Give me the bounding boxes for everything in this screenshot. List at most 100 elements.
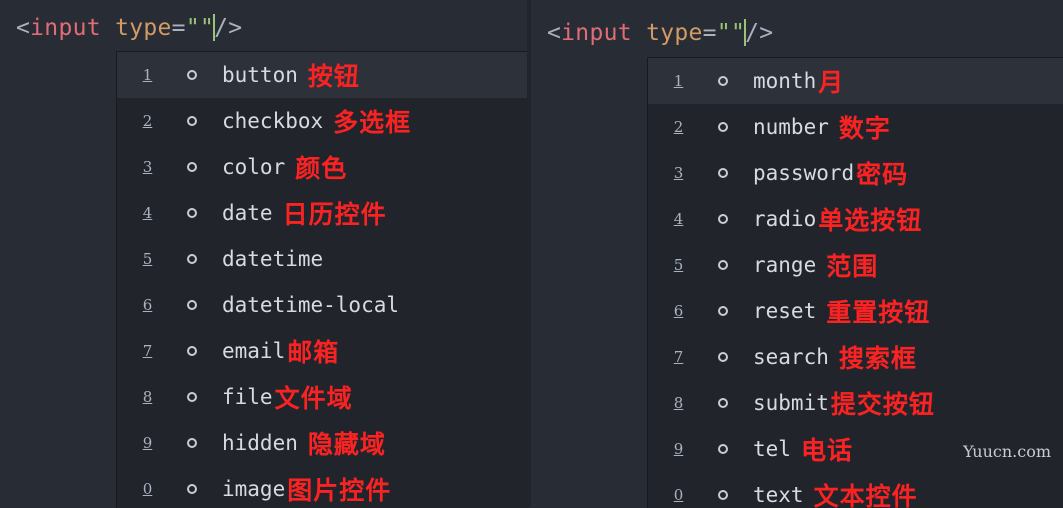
autocomplete-item[interactable]: 2 checkbox 多选框	[117, 98, 528, 144]
item-annotation: 文件域	[274, 384, 353, 413]
item-label: button	[222, 63, 298, 87]
item-annotation: 图片控件	[287, 476, 392, 505]
item-number: 0	[142, 480, 153, 498]
code-attr-name: type	[646, 20, 703, 46]
item-number: 7	[673, 348, 684, 366]
code-close-bracket: />	[214, 15, 243, 41]
item-annotation: 单选按钮	[818, 206, 923, 235]
code-line[interactable]: <input type=""/>	[16, 14, 242, 41]
item-annotation: 文本控件	[813, 482, 918, 508]
item-number: 0	[673, 486, 684, 504]
code-line[interactable]: <input type=""/>	[547, 19, 773, 46]
code-quote-open: "	[716, 20, 731, 46]
circle-icon	[187, 116, 197, 126]
item-number: 3	[673, 164, 684, 182]
autocomplete-item[interactable]: 5 range 范围	[648, 242, 1063, 288]
item-annotation: 隐藏域	[307, 430, 386, 459]
editor-pane-left[interactable]: <input type=""/> 1 button 按钮 2 checkbox 多选框 …	[0, 0, 528, 508]
item-annotation: 日历控件	[282, 200, 387, 229]
autocomplete-item[interactable]: 8 file 文件域	[117, 374, 528, 420]
item-annotation: 月	[818, 68, 845, 97]
circle-icon	[718, 168, 728, 178]
circle-icon	[187, 392, 197, 402]
circle-icon	[718, 444, 728, 454]
code-tag-name: input	[561, 20, 632, 46]
item-number: 3	[142, 158, 153, 176]
code-quote-close: "	[199, 15, 215, 41]
item-number: 5	[673, 256, 684, 274]
item-number: 4	[673, 210, 684, 228]
circle-icon	[718, 352, 728, 362]
autocomplete-popup[interactable]: 1 month 月 2 number 数字 3 password 密码 4 radio 单选按钮…	[647, 57, 1063, 508]
item-number: 9	[142, 434, 153, 452]
autocomplete-item[interactable]: 8 submit 提交按钮	[648, 380, 1063, 426]
autocomplete-popup[interactable]: 1 button 按钮 2 checkbox 多选框 3 color 颜色 4 date 日历控…	[116, 51, 528, 508]
autocomplete-item[interactable]: 7 email 邮箱	[117, 328, 528, 374]
code-open-bracket: <	[16, 15, 31, 41]
circle-icon	[187, 484, 197, 494]
autocomplete-item[interactable]: 0 image 图片控件	[117, 466, 528, 508]
code-equals: =	[702, 20, 717, 46]
circle-icon	[187, 438, 197, 448]
autocomplete-item[interactable]: 4 radio 单选按钮	[648, 196, 1063, 242]
item-label: hidden	[222, 431, 298, 455]
autocomplete-item[interactable]: 5 datetime	[117, 236, 528, 282]
item-label: checkbox	[222, 109, 324, 133]
code-quote-close: "	[730, 20, 746, 46]
item-number: 6	[673, 302, 684, 320]
circle-icon	[718, 76, 728, 86]
item-annotation: 按钮	[307, 62, 360, 91]
autocomplete-item[interactable]: 1 month 月	[648, 58, 1063, 104]
item-label: color	[222, 155, 286, 179]
item-annotation: 搜索框	[838, 344, 917, 373]
item-number: 1	[673, 72, 684, 90]
item-number: 8	[142, 388, 153, 406]
circle-icon	[187, 254, 197, 264]
item-label: number	[753, 115, 829, 139]
editor-pane-right[interactable]: <input type=""/> 1 month 月 2 number 数字 3 pass…	[531, 0, 1063, 508]
item-number: 9	[673, 440, 684, 458]
item-annotation: 颜色	[295, 154, 348, 183]
item-label: datetime	[222, 247, 324, 271]
autocomplete-item[interactable]: 0 text 文本控件	[648, 472, 1063, 508]
item-number: 2	[142, 112, 153, 130]
item-label: password	[753, 161, 855, 185]
item-label: month	[753, 69, 817, 93]
circle-icon	[187, 300, 197, 310]
item-label: search	[753, 345, 829, 369]
item-annotation: 电话	[800, 436, 853, 465]
autocomplete-item[interactable]: 1 button 按钮	[117, 52, 528, 98]
circle-icon	[718, 306, 728, 316]
watermark: Yuucn.com	[963, 442, 1051, 461]
autocomplete-item[interactable]: 9 hidden 隐藏域	[117, 420, 528, 466]
circle-icon	[187, 162, 197, 172]
item-number: 6	[142, 296, 153, 314]
code-quote-open: "	[185, 15, 200, 41]
item-annotation: 重置按钮	[826, 298, 931, 327]
circle-icon	[187, 208, 197, 218]
item-label: tel	[753, 437, 791, 461]
item-annotation: 范围	[826, 252, 879, 281]
code-open-bracket: <	[547, 20, 562, 46]
item-annotation: 多选框	[333, 108, 412, 137]
autocomplete-item[interactable]: 6 datetime-local	[117, 282, 528, 328]
item-label: range	[753, 253, 817, 277]
autocomplete-item[interactable]: 2 number 数字	[648, 104, 1063, 150]
circle-icon	[718, 214, 728, 224]
item-label: radio	[753, 207, 817, 231]
item-label: file	[222, 385, 273, 409]
item-annotation: 提交按钮	[830, 390, 935, 419]
autocomplete-item[interactable]: 6 reset 重置按钮	[648, 288, 1063, 334]
autocomplete-item[interactable]: 3 password 密码	[648, 150, 1063, 196]
item-label: email	[222, 339, 286, 363]
autocomplete-item[interactable]: 3 color 颜色	[117, 144, 528, 190]
item-number: 4	[142, 204, 153, 222]
circle-icon	[718, 260, 728, 270]
code-tag-name: input	[30, 15, 101, 41]
item-label: date	[222, 201, 273, 225]
autocomplete-item[interactable]: 4 date 日历控件	[117, 190, 528, 236]
item-label: reset	[753, 299, 817, 323]
item-number: 7	[142, 342, 153, 360]
autocomplete-item[interactable]: 7 search 搜索框	[648, 334, 1063, 380]
circle-icon	[718, 398, 728, 408]
